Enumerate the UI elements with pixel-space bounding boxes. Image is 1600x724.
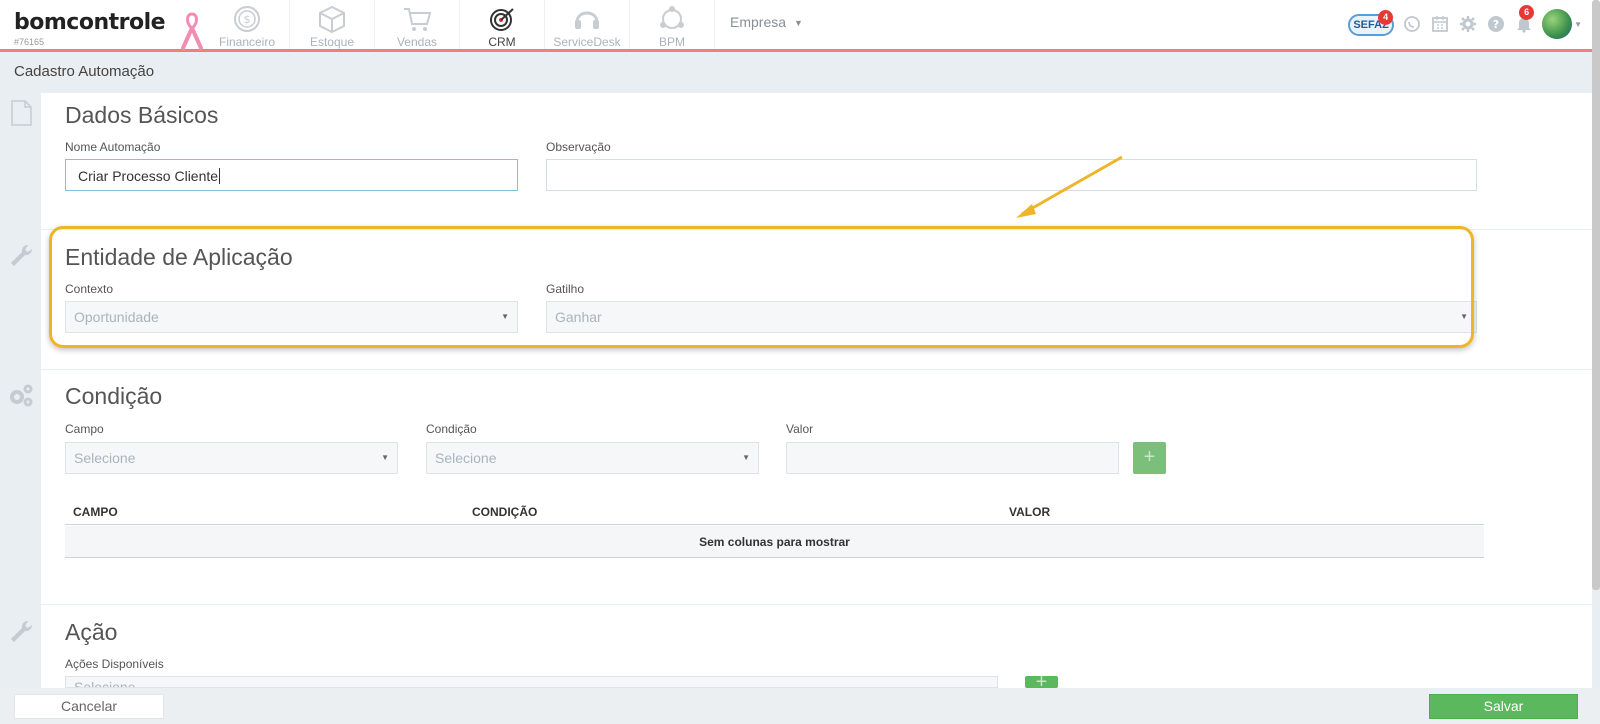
contexto-select[interactable]: Oportunidade ▼	[65, 301, 518, 333]
document-icon	[11, 100, 32, 126]
observacao-label: Observação	[546, 140, 611, 154]
top-navbar: bomcontrole #76165 $ Financeiro Estoque …	[0, 0, 1600, 52]
chevron-down-icon: ▼	[381, 453, 389, 462]
acoes-value: Selecione	[74, 679, 136, 688]
company-label: Empresa	[730, 14, 787, 30]
acoes-disponiveis-label: Ações Disponíveis	[65, 657, 164, 671]
module-servicedesk[interactable]: ServiceDesk	[545, 0, 630, 49]
notifications-badge: 6	[1519, 5, 1535, 20]
svg-text:$: $	[244, 13, 251, 26]
section-title: Entidade de Aplicação	[65, 244, 293, 270]
gatilho-select[interactable]: Ganhar ▼	[546, 301, 1477, 333]
header-actions: SEFAZ 4 ? 6 ▼	[1348, 5, 1582, 42]
module-label: Financeiro	[218, 35, 276, 49]
pink-ribbon-icon	[181, 12, 203, 50]
condition-table-header: CAMPO CONDIÇÃO VALOR	[65, 495, 1484, 525]
campo-label: Campo	[65, 422, 104, 436]
vendas-icon	[404, 8, 432, 31]
nome-automacao-value: Criar Processo Cliente	[78, 168, 219, 184]
campo-select[interactable]: Selecione ▼	[65, 442, 398, 474]
module-bpm[interactable]: BPM	[630, 0, 715, 49]
add-action-button[interactable]: +	[1025, 676, 1058, 688]
sefaz-badge: 4	[1378, 10, 1394, 25]
chevron-down-icon: ▼	[742, 453, 750, 462]
column-header-valor[interactable]: VALOR	[1009, 505, 1050, 519]
wrench-icon	[11, 244, 33, 266]
nome-automacao-input[interactable]: Criar Processo Cliente	[65, 159, 518, 191]
add-condition-button[interactable]: +	[1133, 442, 1166, 474]
chevron-down-icon: ▼	[794, 18, 803, 29]
section-condicao	[41, 370, 1592, 604]
section-title: Dados Básicos	[65, 102, 219, 128]
section-title: Condição	[65, 383, 163, 409]
page-scrollbar[interactable]	[1592, 0, 1600, 590]
column-header-campo[interactable]: CAMPO	[73, 505, 118, 519]
module-nav: $ Financeiro Estoque Vendas CRM ServiceD…	[205, 0, 715, 49]
page-title: Cadastro Automação	[14, 63, 155, 80]
module-vendas[interactable]: Vendas	[375, 0, 460, 49]
gears-icon	[10, 384, 33, 407]
module-label: CRM	[488, 35, 516, 49]
whatsapp-icon[interactable]	[1402, 14, 1422, 34]
module-estoque[interactable]: Estoque	[290, 0, 375, 49]
servicedesk-icon	[575, 11, 599, 29]
text-cursor	[219, 168, 221, 184]
contexto-value: Oportunidade	[74, 309, 159, 325]
module-label: BPM	[658, 35, 685, 49]
sefaz-button[interactable]: SEFAZ 4	[1348, 10, 1395, 38]
chevron-down-icon: ▼	[501, 312, 509, 321]
condicao-select[interactable]: Selecione ▼	[426, 442, 759, 474]
gatilho-label: Gatilho	[546, 282, 585, 296]
module-label: Vendas	[396, 35, 438, 49]
nome-automacao-label: Nome Automação	[65, 140, 161, 154]
avatar[interactable]	[1542, 9, 1573, 39]
bell-icon[interactable]: 6	[1514, 5, 1535, 34]
table-empty-row: Sem colunas para mostrar	[65, 526, 1484, 558]
valor-label: Valor	[786, 422, 814, 436]
account-id: #76165	[14, 37, 45, 47]
valor-input[interactable]	[786, 442, 1119, 474]
acoes-disponiveis-select[interactable]: Selecione	[65, 676, 998, 688]
module-financeiro[interactable]: $ Financeiro	[205, 0, 290, 49]
arrow-annotation-icon	[1016, 155, 1123, 218]
calendar-icon[interactable]	[1430, 14, 1450, 34]
gear-icon[interactable]	[1458, 14, 1478, 34]
cancel-button[interactable]: Cancelar	[14, 694, 164, 719]
financeiro-icon: $	[234, 6, 260, 32]
gatilho-value: Ganhar	[555, 309, 602, 325]
footer-bar: Cancelar Salvar	[0, 688, 1600, 724]
company-dropdown[interactable]: Empresa ▼	[730, 14, 803, 30]
module-label: Estoque	[309, 35, 355, 49]
chevron-down-icon[interactable]: ▼	[1574, 20, 1582, 29]
help-icon[interactable]: ?	[1486, 14, 1506, 34]
svg-text:?: ?	[1493, 18, 1499, 31]
campo-value: Selecione	[74, 450, 136, 466]
brand-logo[interactable]: bomcontrole	[14, 10, 166, 35]
module-crm[interactable]: CRM	[460, 0, 545, 49]
estoque-icon	[319, 5, 345, 34]
contexto-label: Contexto	[65, 282, 114, 296]
bpm-icon	[660, 6, 684, 29]
condicao-label: Condição	[426, 422, 477, 436]
save-button[interactable]: Salvar	[1429, 694, 1578, 719]
wrench-icon	[11, 620, 33, 642]
column-header-condicao[interactable]: CONDIÇÃO	[472, 505, 537, 519]
crm-icon	[490, 8, 514, 31]
condicao-value: Selecione	[435, 450, 497, 466]
module-label: ServiceDesk	[553, 35, 621, 49]
chevron-down-icon: ▼	[1460, 312, 1468, 321]
section-title: Ação	[65, 619, 118, 645]
